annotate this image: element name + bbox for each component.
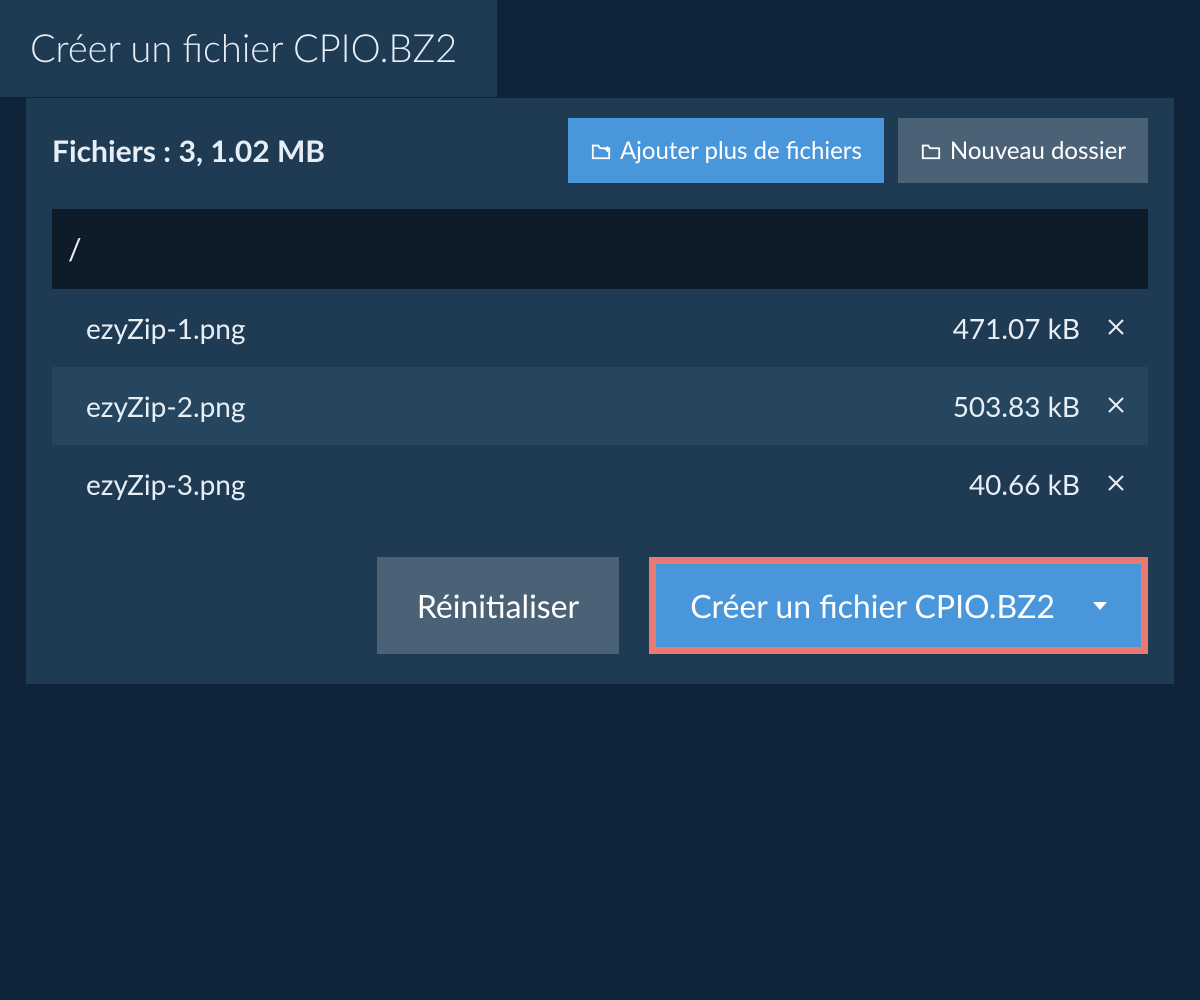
file-name: ezyZip-1.png [86, 311, 245, 345]
close-icon [1104, 315, 1128, 342]
toolbar-buttons: Ajouter plus de fichiers Nouveau dossier [568, 118, 1148, 183]
remove-file-button[interactable] [1102, 469, 1130, 500]
create-archive-button[interactable]: Créer un fichier CPIO.BZ2 [656, 564, 1141, 647]
files-summary: Fichiers : 3, 1.02 MB [52, 133, 325, 169]
remove-file-button[interactable] [1102, 391, 1130, 422]
file-row: ezyZip-1.png 471.07 kB [52, 289, 1148, 367]
folder-icon [920, 141, 942, 161]
toolbar-row: Fichiers : 3, 1.02 MB Ajouter plus de fi… [52, 118, 1148, 183]
close-icon [1104, 471, 1128, 498]
file-row: ezyZip-3.png 40.66 kB [52, 445, 1148, 523]
file-size: 471.07 kB [953, 311, 1080, 345]
remove-file-button[interactable] [1102, 313, 1130, 344]
new-folder-label: Nouveau dossier [950, 136, 1126, 165]
folder-plus-icon [590, 141, 612, 161]
file-name: ezyZip-3.png [86, 467, 245, 501]
chevron-down-icon [1093, 602, 1107, 610]
file-row: ezyZip-2.png 503.83 kB [52, 367, 1148, 445]
primary-action-highlight: Créer un fichier CPIO.BZ2 [649, 557, 1148, 654]
create-archive-label: Créer un fichier CPIO.BZ2 [690, 586, 1055, 625]
file-size: 503.83 kB [953, 389, 1080, 423]
add-more-files-button[interactable]: Ajouter plus de fichiers [568, 118, 884, 183]
file-list: / ezyZip-1.png 471.07 kB [52, 209, 1148, 523]
current-path[interactable]: / [52, 209, 1148, 289]
close-icon [1104, 393, 1128, 420]
add-more-files-label: Ajouter plus de fichiers [620, 136, 862, 165]
reset-button[interactable]: Réinitialiser [377, 557, 619, 654]
new-folder-button[interactable]: Nouveau dossier [898, 118, 1148, 183]
action-row: Réinitialiser Créer un fichier CPIO.BZ2 [52, 557, 1148, 654]
file-name: ezyZip-2.png [86, 389, 245, 423]
main-panel: Fichiers : 3, 1.02 MB Ajouter plus de fi… [26, 98, 1174, 684]
file-size: 40.66 kB [969, 467, 1080, 501]
files-summary-value: 3, 1.02 MB [179, 133, 325, 169]
files-summary-label: Fichiers : [52, 133, 171, 169]
tab-title: Créer un fichier CPIO.BZ2 [0, 0, 497, 97]
